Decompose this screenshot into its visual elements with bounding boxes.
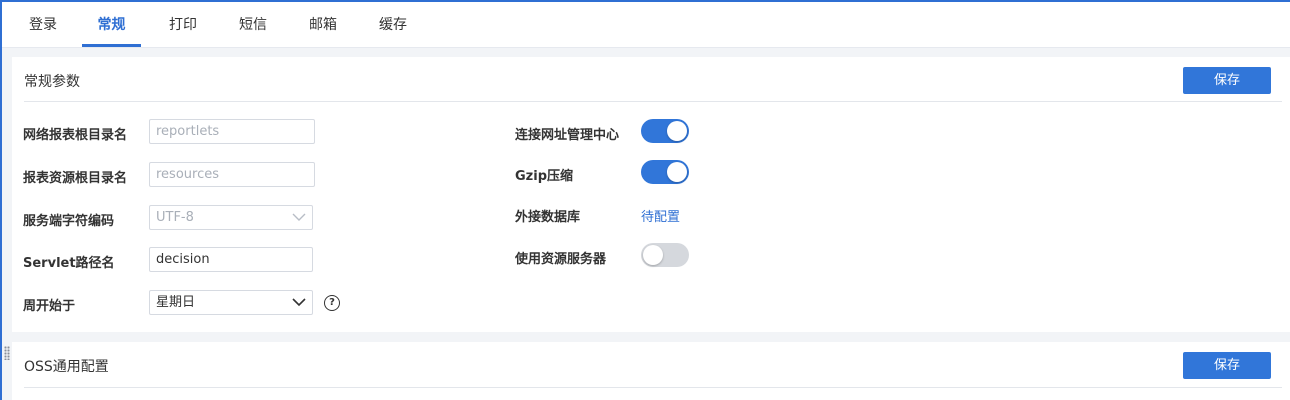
resource-server-toggle[interactable] (641, 243, 689, 267)
chevron-down-icon (292, 213, 306, 221)
report-root-label: 网络报表根目录名 (23, 128, 128, 143)
drag-handle-icon[interactable] (4, 346, 10, 360)
external-db-label: 外接数据库 (515, 210, 581, 225)
panel-title-general: 常规参数 (24, 74, 80, 90)
toggle-knob (643, 245, 663, 265)
resource-root-label: 报表资源根目录名 (23, 171, 128, 186)
connect-center-label: 连接网址管理中心 (515, 128, 620, 143)
gzip-label: Gzip压缩 (515, 169, 573, 184)
oss-save-button[interactable]: 保存 (1183, 352, 1271, 379)
servlet-label: Servlet路径名 (23, 256, 115, 271)
resource-root-input[interactable] (149, 162, 315, 187)
general-save-button[interactable]: 保存 (1183, 67, 1271, 94)
week-start-value: 星期日 (156, 295, 196, 310)
panel-divider (24, 387, 1282, 388)
servlet-input[interactable] (149, 247, 313, 272)
encoding-select[interactable]: UTF-8 (149, 205, 313, 230)
tab-cache[interactable]: 缓存 (378, 2, 408, 47)
help-icon[interactable]: ? (324, 295, 340, 311)
oss-settings-panel: OSS通用配置 保存 (12, 342, 1290, 400)
tab-login[interactable]: 登录 (28, 2, 58, 47)
window-left-border (0, 0, 2, 400)
tab-email[interactable]: 邮箱 (308, 2, 338, 47)
resource-server-label: 使用资源服务器 (515, 252, 607, 267)
encoding-label: 服务端字符编码 (23, 214, 115, 229)
panel-divider (24, 101, 1282, 102)
gzip-toggle[interactable] (641, 160, 689, 184)
connect-center-toggle[interactable] (641, 119, 689, 143)
panel-title-oss: OSS通用配置 (24, 359, 109, 375)
toggle-knob (667, 162, 687, 182)
general-settings-panel: 常规参数 保存 网络报表根目录名 报表资源根目录名 服务端字符编码 UTF-8 … (12, 57, 1290, 332)
report-root-input[interactable] (149, 119, 315, 144)
tab-print[interactable]: 打印 (168, 2, 198, 47)
tab-sms[interactable]: 短信 (238, 2, 268, 47)
tab-general[interactable]: 常规 (82, 2, 141, 47)
external-db-config-link[interactable]: 待配置 (641, 206, 680, 225)
week-start-select[interactable]: 星期日 (149, 290, 313, 315)
encoding-value: UTF-8 (156, 210, 194, 225)
week-start-label: 周开始于 (23, 299, 76, 314)
toggle-knob (667, 121, 687, 141)
settings-tab-bar: 登录 常规 打印 短信 邮箱 缓存 (2, 2, 1290, 48)
chevron-down-icon (292, 298, 306, 307)
